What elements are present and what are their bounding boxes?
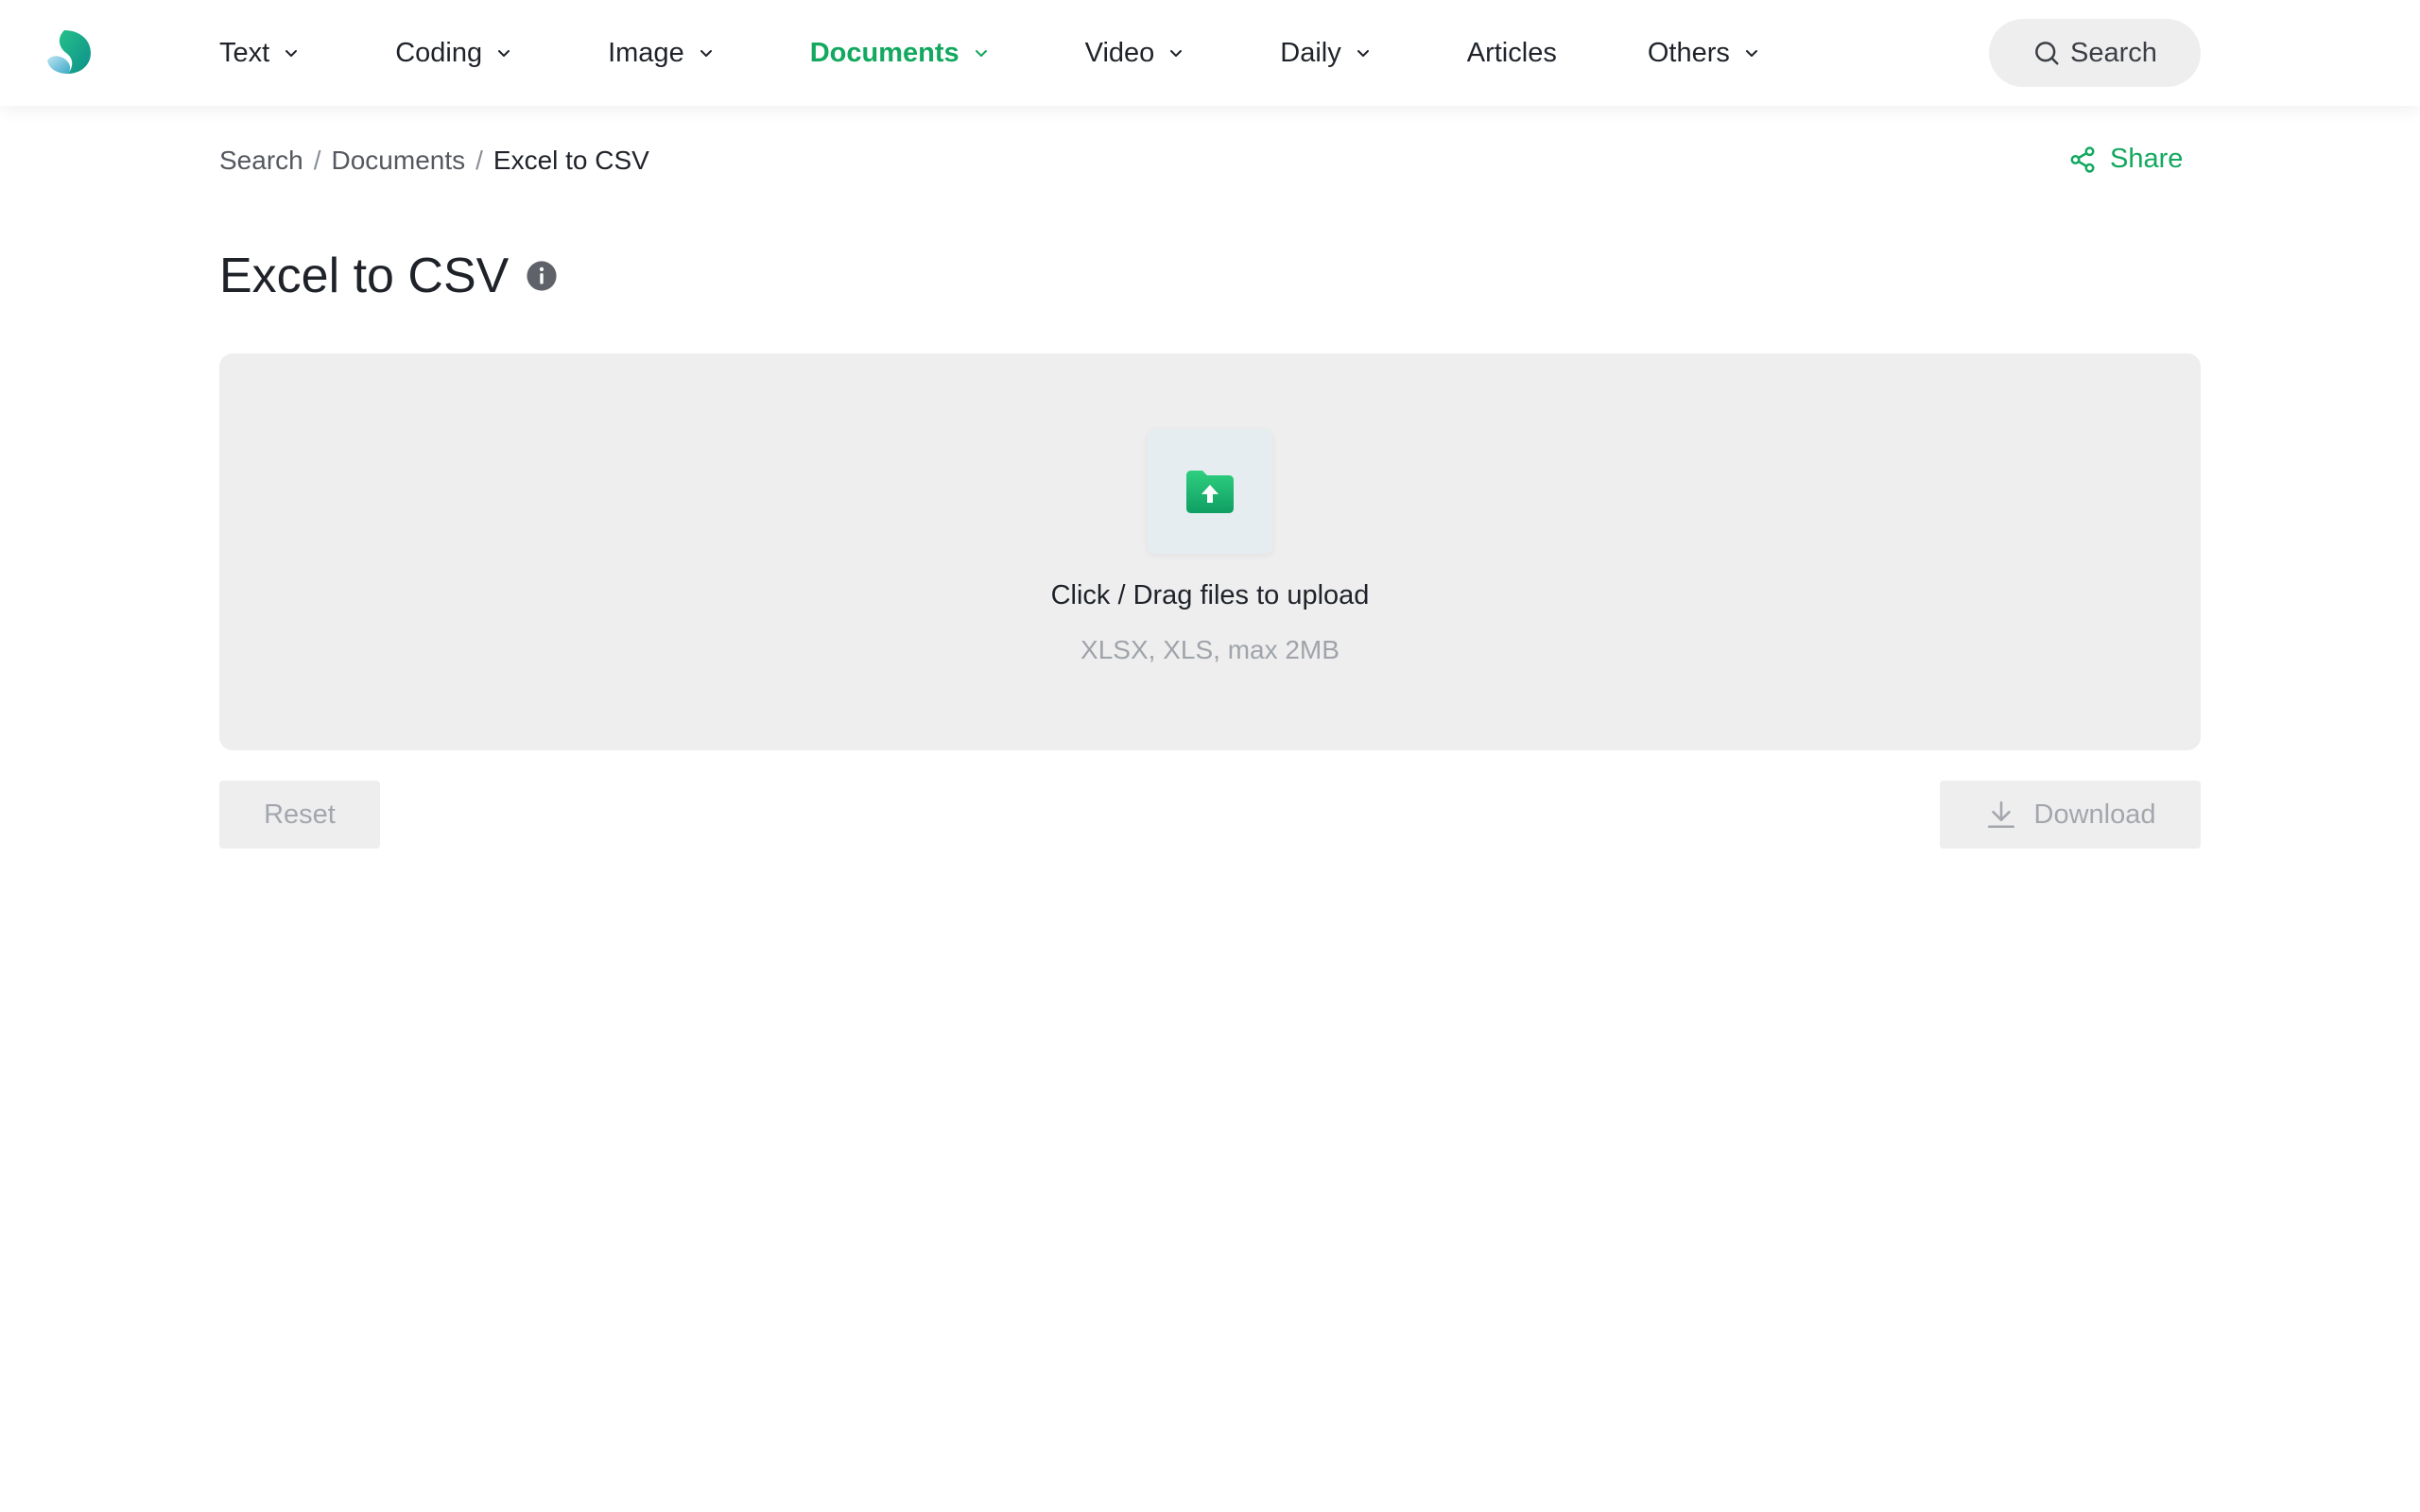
nav-item-video[interactable]: Video	[1085, 38, 1186, 69]
chevron-down-icon	[975, 50, 987, 57]
nav-item-coding[interactable]: Coding	[395, 38, 513, 69]
reset-button-label: Reset	[264, 799, 336, 830]
breadcrumb-item-search[interactable]: Search	[219, 146, 303, 176]
main-nav: Text Coding Image Documents Video Daily Articl…	[219, 0, 1761, 106]
nav-item-label: Documents	[809, 37, 959, 68]
upload-hint: XLSX, XLS, max 2MB	[1080, 635, 1340, 664]
nav-item-label: Image	[608, 37, 684, 68]
nav-item-text[interactable]: Text	[219, 38, 301, 69]
chevron-down-icon	[1357, 50, 1369, 57]
share-icon	[2070, 146, 2095, 173]
chevron-down-icon	[498, 50, 510, 57]
nav-item-label: Others	[1647, 37, 1730, 68]
brand-logo-icon[interactable]	[45, 28, 93, 76]
nav-item-daily[interactable]: Daily	[1280, 38, 1372, 69]
folder-upload-icon	[1186, 471, 1234, 513]
download-icon	[1987, 800, 2014, 829]
breadcrumb-item-current: Excel to CSV	[493, 146, 649, 175]
nav-item-label: Daily	[1280, 37, 1341, 68]
download-button-label: Download	[2033, 799, 2156, 830]
nav-item-image[interactable]: Image	[608, 38, 716, 69]
chevron-down-icon	[1170, 50, 1183, 57]
top-navbar: Text Coding Image Documents Video Daily Articl…	[0, 0, 2420, 106]
upload-prompt: Click / Drag files to upload	[1050, 580, 1370, 610]
info-icon[interactable]	[526, 260, 558, 292]
chevron-down-icon	[285, 50, 298, 57]
breadcrumb-item-documents[interactable]: Documents	[332, 146, 466, 176]
nav-item-label: Articles	[1466, 37, 1557, 68]
reset-button[interactable]: Reset	[219, 781, 380, 849]
search-icon	[2035, 42, 2059, 65]
title-row: Excel to CSV	[219, 248, 558, 304]
breadcrumb: Search / Documents / Excel to CSV	[219, 146, 649, 176]
share-button[interactable]: Share	[2068, 144, 2183, 175]
upload-tile	[1148, 429, 1272, 554]
chevron-down-icon	[1745, 50, 1757, 57]
search-button-label: Search	[2070, 37, 2157, 68]
nav-item-label: Coding	[395, 37, 483, 68]
search-button[interactable]: Search	[1989, 19, 2201, 87]
nav-item-label: Text	[219, 37, 270, 68]
page-title: Excel to CSV	[219, 249, 510, 303]
nav-item-articles[interactable]: Articles	[1467, 38, 1557, 69]
file-upload-dropzone[interactable]: Click / Drag files to upload XLSX, XLS, …	[219, 353, 2201, 750]
share-label: Share	[2110, 144, 2184, 174]
breadcrumb-separator: /	[313, 146, 321, 175]
breadcrumb-separator: /	[475, 146, 483, 175]
chevron-down-icon	[700, 50, 712, 57]
nav-item-documents[interactable]: Documents	[810, 38, 991, 69]
nav-item-label: Video	[1084, 37, 1155, 68]
nav-item-others[interactable]: Others	[1648, 38, 1761, 69]
download-button[interactable]: Download	[1940, 781, 2201, 849]
